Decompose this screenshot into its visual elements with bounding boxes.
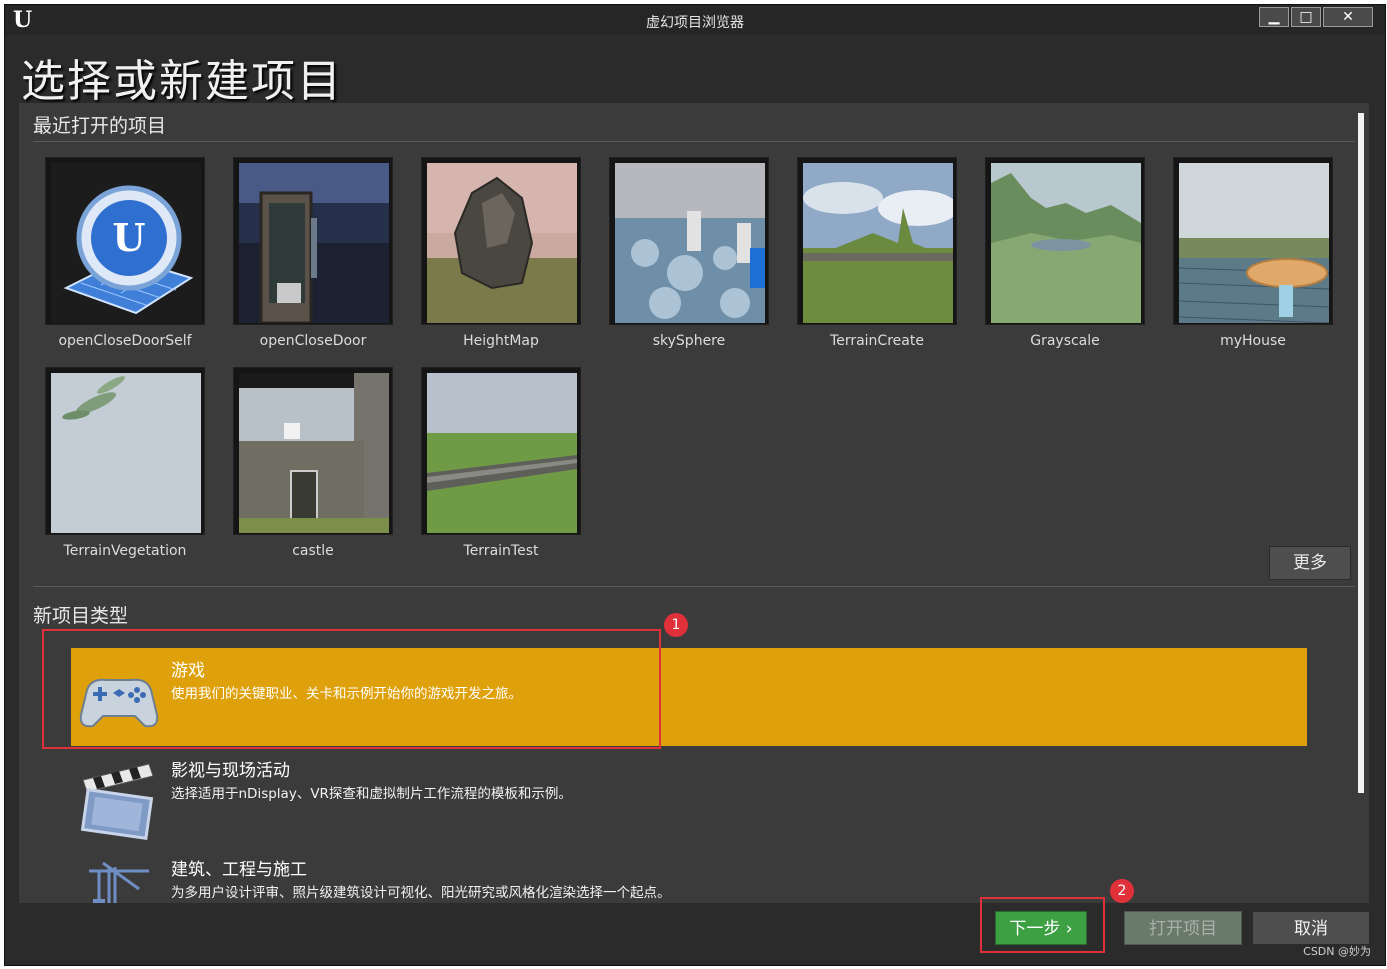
annotation-marker-1: 1 <box>664 613 688 637</box>
project-thumbnail <box>1179 163 1329 323</box>
project-tile[interactable]: castle <box>233 367 393 565</box>
project-tile[interactable]: TerrainTest <box>421 367 581 565</box>
minimize-button[interactable]: ▁ <box>1259 7 1289 27</box>
more-button[interactable]: 更多 <box>1269 546 1351 580</box>
project-thumbnail <box>427 373 577 533</box>
divider <box>33 141 1355 142</box>
page-title: 选择或新建项目 <box>21 56 343 107</box>
project-thumbnail: U <box>51 163 201 323</box>
watermark: CSDN @妙为 <box>1303 945 1371 958</box>
close-button[interactable]: ✕ <box>1323 7 1373 27</box>
project-thumbnail <box>615 163 765 323</box>
window-controls: ▁ □ ✕ <box>1259 7 1373 27</box>
cancel-button[interactable]: 取消 <box>1252 911 1370 945</box>
project-type-name: 建筑、工程与施工 <box>171 860 307 880</box>
project-tile[interactable]: skySphere <box>609 157 769 355</box>
crane-icon <box>79 859 159 903</box>
project-type-name: 影视与现场活动 <box>171 761 290 781</box>
project-name: TerrainTest <box>463 543 539 559</box>
title-bar[interactable]: U 虚幻项目浏览器 ▁ □ ✕ <box>5 5 1385 35</box>
project-name: castle <box>292 543 334 559</box>
project-tile[interactable]: HeightMap <box>421 157 581 355</box>
project-name: myHouse <box>1220 333 1286 349</box>
project-name: TerrainVegetation <box>63 543 187 559</box>
recent-projects-title: 最近打开的项目 <box>33 115 167 137</box>
scrollbar-thumb[interactable] <box>1358 113 1364 793</box>
project-tile[interactable]: Grayscale <box>985 157 1145 355</box>
project-name: openCloseDoorSelf <box>58 333 192 349</box>
project-name: skySphere <box>652 333 726 349</box>
project-tile[interactable]: TerrainCreate <box>797 157 957 355</box>
annotation-marker-2: 2 <box>1110 879 1134 903</box>
project-type-desc: 选择适用于nDisplay、VR探查和虚拟制片工作流程的模板和示例。 <box>171 786 572 802</box>
project-tile[interactable]: U openCloseDoorSelf <box>45 157 205 355</box>
project-name: openCloseDoor <box>259 333 367 349</box>
project-type-film[interactable]: 影视与现场活动 选择适用于nDisplay、VR探查和虚拟制片工作流程的模板和示… <box>71 748 1307 846</box>
annotation-box-2 <box>980 897 1105 953</box>
project-thumbnail <box>991 163 1141 323</box>
main-panel: 最近打开的项目 U openCloseDoorSelf openCloseDoo… <box>19 103 1369 903</box>
project-name: TerrainCreate <box>830 333 924 349</box>
project-tile[interactable]: myHouse <box>1173 157 1333 355</box>
maximize-button[interactable]: □ <box>1291 7 1321 27</box>
project-thumbnail <box>803 163 953 323</box>
project-type-desc: 为多用户设计评审、照片级建筑设计可视化、阳光研究或风格化渲染选择一个起点。 <box>171 885 671 901</box>
divider <box>33 586 1355 587</box>
project-thumbnail <box>239 373 389 533</box>
project-name: HeightMap <box>463 333 539 349</box>
project-tile[interactable]: openCloseDoor <box>233 157 393 355</box>
project-browser-window: U 虚幻项目浏览器 ▁ □ ✕ 选择或新建项目 最近打开的项目 U openCl… <box>4 4 1386 966</box>
window-title: 虚幻项目浏览器 <box>646 15 744 31</box>
annotation-box-1 <box>42 629 661 749</box>
clapperboard-icon <box>79 760 159 840</box>
project-thumbnail <box>51 373 201 533</box>
open-project-button[interactable]: 打开项目 <box>1124 911 1242 945</box>
project-tile[interactable]: TerrainVegetation <box>45 367 205 565</box>
svg-text:U: U <box>112 215 145 260</box>
project-thumbnail <box>239 163 389 323</box>
project-name: Grayscale <box>1030 333 1100 349</box>
project-thumbnail <box>427 163 577 323</box>
scrollbar[interactable] <box>1357 109 1365 891</box>
new-project-types-title: 新项目类型 <box>33 605 129 627</box>
